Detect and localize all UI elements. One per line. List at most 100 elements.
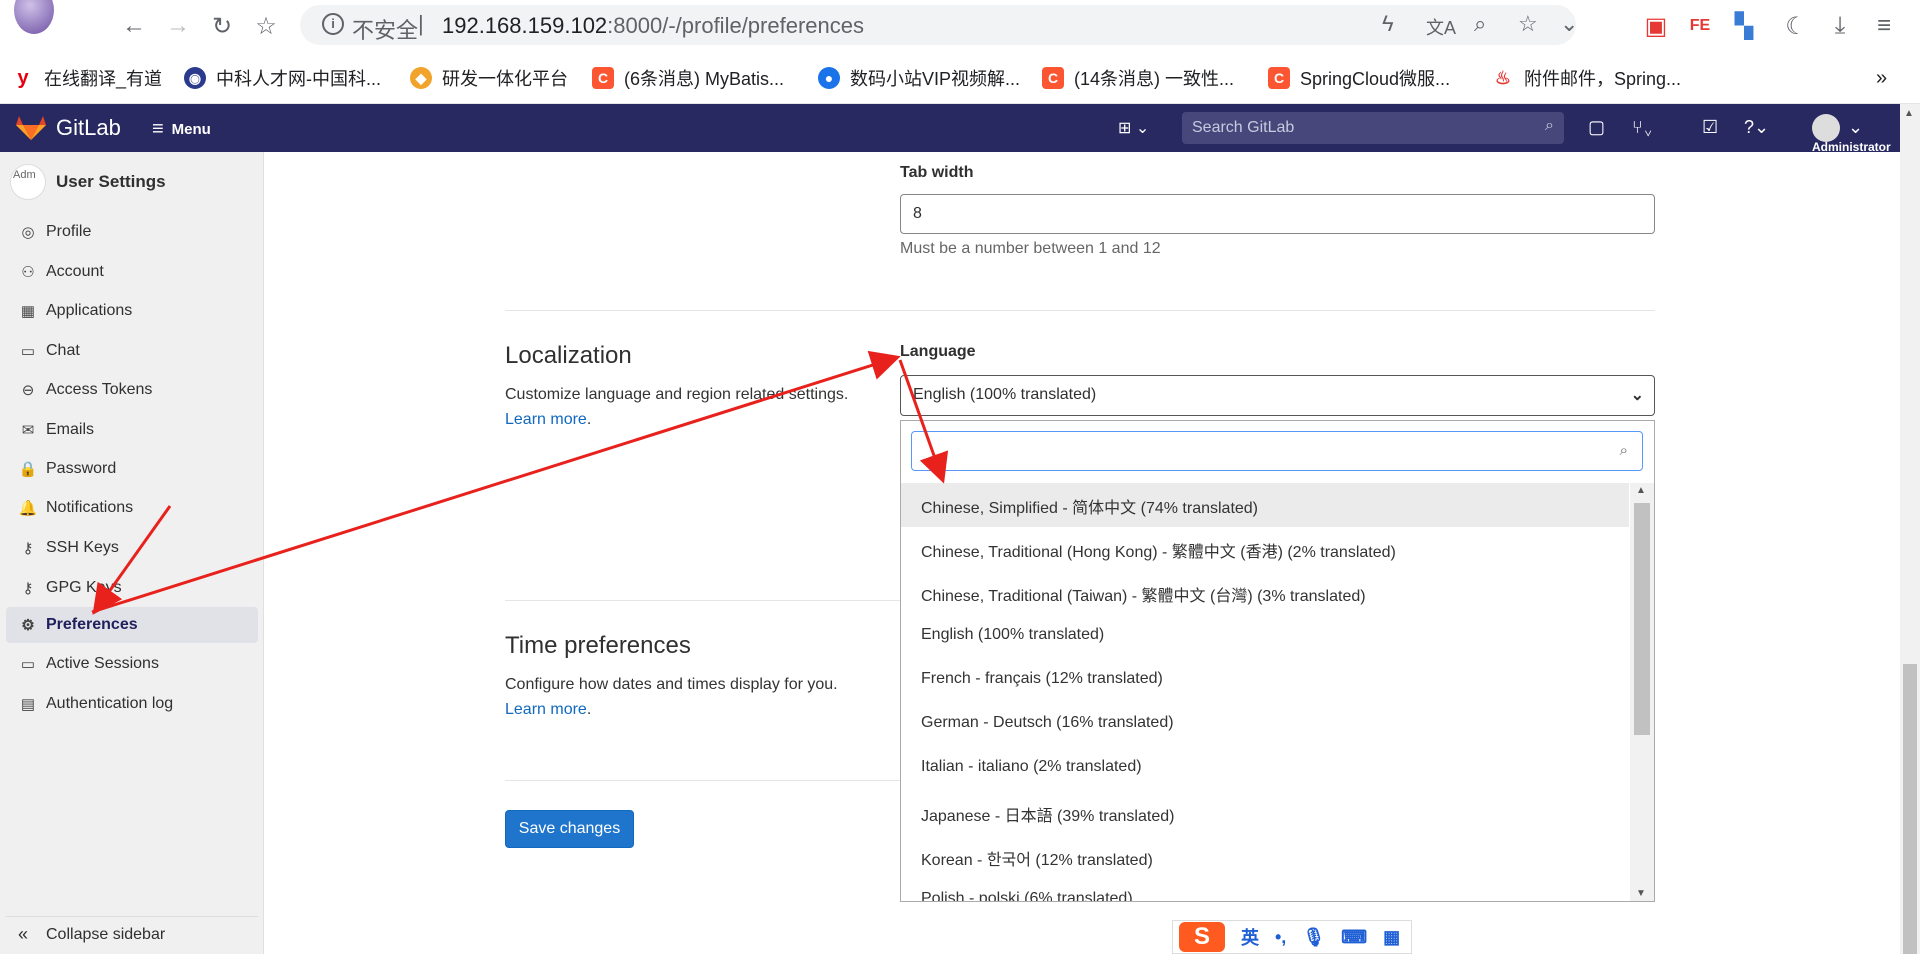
dark-mode-icon[interactable]: ☾ xyxy=(1780,10,1812,42)
sidebar-item-access-tokens[interactable]: ⊖ Access Tokens xyxy=(6,372,258,408)
merge-requests-icon[interactable]: ⑂⌄ xyxy=(1632,117,1654,138)
language-option[interactable]: Japanese - 日本語 (39% translated) xyxy=(901,791,1629,835)
bookmark-label: SpringCloud微服... xyxy=(1300,69,1451,89)
menu-button[interactable]: ≡ Menu xyxy=(152,118,211,141)
keyboard-icon[interactable]: ⌨ xyxy=(1341,927,1367,948)
sidebar-item-password[interactable]: 🔒 Password xyxy=(6,451,258,487)
browser-menu-icon[interactable]: ≡ xyxy=(1868,10,1900,42)
sidebar-item-applications[interactable]: ▦ Applications xyxy=(6,293,258,329)
back-icon[interactable]: ← xyxy=(118,10,150,42)
bookmark-star-icon[interactable]: ☆ xyxy=(250,10,282,42)
forward-icon[interactable]: → xyxy=(162,10,194,42)
more-bookmarks-icon[interactable]: » xyxy=(1876,66,1887,90)
language-select[interactable]: English (100% translated) ⌄ xyxy=(900,375,1655,416)
download-icon[interactable]: ⤓ xyxy=(1824,10,1856,42)
language-option[interactable]: Chinese, Traditional (Hong Kong) - 繁體中文 … xyxy=(901,527,1629,571)
save-changes-button[interactable]: Save changes xyxy=(505,810,634,848)
sidebar-item-ssh-keys[interactable]: ⚷ SSH Keys xyxy=(6,530,258,566)
profile-avatar[interactable] xyxy=(14,0,54,34)
extensions-puzzle-icon[interactable]: ▚ xyxy=(1728,10,1760,42)
address-bar[interactable]: i 不安全 | 192.168.159.102:8000/-/profile/p… xyxy=(300,5,1578,45)
sidebar-avatar: Adm xyxy=(10,164,46,200)
sidebar-item-preferences[interactable]: ⚙ Preferences xyxy=(6,607,258,643)
chevron-down-icon[interactable]: ⌄ xyxy=(1560,11,1578,37)
language-search-input[interactable]: ⌕ xyxy=(911,431,1643,471)
address-separator: | xyxy=(418,11,424,36)
dropdown-scrollbar[interactable]: ▲ ▼ xyxy=(1630,483,1654,901)
csdn-icon: C xyxy=(1268,67,1290,89)
language-option[interactable]: Polish - polski (6% translated) xyxy=(901,879,1629,901)
bookmark-label: (6条消息) MyBatis... xyxy=(624,69,785,89)
ime-mode[interactable]: 英 xyxy=(1241,924,1259,950)
microphone-icon[interactable]: 🎙 xyxy=(1302,927,1325,948)
extension-fe-icon[interactable]: FE xyxy=(1684,10,1716,42)
sogou-logo[interactable]: S xyxy=(1179,922,1225,952)
new-dropdown-icon[interactable]: ⊞ ⌄ xyxy=(1118,118,1149,138)
language-option[interactable]: Chinese, Traditional (Taiwan) - 繁體中文 (台灣… xyxy=(901,571,1629,615)
scrollbar-thumb[interactable] xyxy=(1634,503,1650,735)
language-option[interactable]: French - français (12% translated) xyxy=(901,659,1629,703)
translate-icon[interactable]: 文A xyxy=(1426,14,1456,40)
language-option[interactable]: Chinese, Simplified - 简体中文 (74% translat… xyxy=(901,483,1629,527)
bell-icon: 🔔 xyxy=(18,500,38,517)
page-scrollbar[interactable]: ▲ xyxy=(1900,104,1920,954)
site-info-icon[interactable]: i xyxy=(322,13,344,35)
gitlab-brand[interactable]: GitLab xyxy=(56,115,121,141)
sidebar-item-notifications[interactable]: 🔔 Notifications xyxy=(6,490,258,526)
bookmark-7[interactable]: C SpringCloud微服... xyxy=(1268,66,1450,90)
settings-sidebar: Adm User Settings ◎ Profile ⚇ Account ▦ App… xyxy=(0,152,264,954)
sidebar-header[interactable]: Adm User Settings xyxy=(10,164,166,200)
sidebar-item-gpg-keys[interactable]: ⚷ GPG Keys xyxy=(6,570,258,606)
sidebar-item-chat[interactable]: ▭ Chat xyxy=(6,333,258,369)
extension-red-icon[interactable]: ▣ xyxy=(1640,10,1672,42)
chevron-down-icon: ⌄ xyxy=(1630,387,1644,404)
url-text[interactable]: 192.168.159.102:8000/-/profile/preferenc… xyxy=(442,13,864,39)
language-option[interactable]: German - Deutsch (16% translated) xyxy=(901,703,1629,747)
reload-icon[interactable]: ↻ xyxy=(206,10,238,42)
user-chevron-down-icon[interactable]: ⌄ xyxy=(1848,117,1863,138)
sidebar-item-active-sessions[interactable]: ▭ Active Sessions xyxy=(6,646,258,682)
double-chevron-left-icon: « xyxy=(18,924,29,944)
bookmark-2[interactable]: ◉ 中科人才网-中国科... xyxy=(184,66,381,90)
search-input[interactable]: Search GitLab ⌕ xyxy=(1182,112,1564,144)
bookmark-8[interactable]: ♨ 附件邮件，Spring... xyxy=(1492,66,1681,90)
time-learn-more-link[interactable]: Learn more xyxy=(505,701,587,718)
zoom-icon[interactable]: ⌕ xyxy=(1474,11,1486,37)
user-avatar[interactable] xyxy=(1812,114,1840,142)
issues-icon[interactable]: ▢ xyxy=(1588,117,1605,138)
scroll-down-icon[interactable]: ▼ xyxy=(1636,888,1646,899)
video-icon: ● xyxy=(818,67,840,89)
lightning-icon[interactable]: ϟ xyxy=(1382,11,1394,37)
localization-learn-more-link[interactable]: Learn more xyxy=(505,411,587,428)
collapse-sidebar-button[interactable]: « Collapse sidebar xyxy=(6,916,258,952)
bookmark-4[interactable]: C (6条消息) MyBatis... xyxy=(592,66,784,90)
bookmark-5[interactable]: ● 数码小站VIP视频解... xyxy=(818,66,1020,90)
page-scrollbar-thumb[interactable] xyxy=(1903,664,1917,954)
language-option[interactable]: Korean - 한국어 (12% translated) xyxy=(901,835,1629,879)
sidebar-item-label: Applications xyxy=(46,302,133,319)
apps-grid-icon[interactable]: ▦ xyxy=(1383,927,1400,948)
todos-icon[interactable]: ☑ xyxy=(1702,117,1718,138)
sidebar-item-label: Authentication log xyxy=(46,695,174,712)
csdn-icon: C xyxy=(1042,67,1064,89)
tab-width-input[interactable]: 8 xyxy=(900,194,1655,234)
scroll-up-icon[interactable]: ▲ xyxy=(1904,108,1914,119)
language-option[interactable]: English (100% translated) xyxy=(901,615,1629,659)
sidebar-item-emails[interactable]: ✉ Emails xyxy=(6,412,258,448)
punctuation-icon[interactable]: •, xyxy=(1275,927,1286,948)
scroll-up-icon[interactable]: ▲ xyxy=(1636,485,1646,496)
sidebar-item-profile[interactable]: ◎ Profile xyxy=(6,214,258,250)
language-option[interactable]: Italian - italiano (2% translated) xyxy=(901,747,1629,791)
bookmark-3[interactable]: ◆ 研发一体化平台 xyxy=(410,66,568,90)
sidebar-item-label: Emails xyxy=(46,421,95,438)
search-placeholder: Search GitLab xyxy=(1192,119,1295,136)
hamburger-icon: ≡ xyxy=(152,118,164,140)
bookmark-6[interactable]: C (14条消息) 一致性... xyxy=(1042,66,1234,90)
sidebar-item-authentication-log[interactable]: ▤ Authentication log xyxy=(6,686,258,722)
favorite-star-icon[interactable]: ☆ xyxy=(1518,11,1538,37)
sidebar-item-account[interactable]: ⚇ Account xyxy=(6,254,258,290)
bookmark-label: 附件邮件，Spring... xyxy=(1524,69,1682,89)
gitlab-logo-icon[interactable] xyxy=(16,116,46,140)
bookmark-1[interactable]: y 在线翻译_有道 xyxy=(12,66,162,90)
help-icon[interactable]: ?⌄ xyxy=(1744,117,1769,138)
